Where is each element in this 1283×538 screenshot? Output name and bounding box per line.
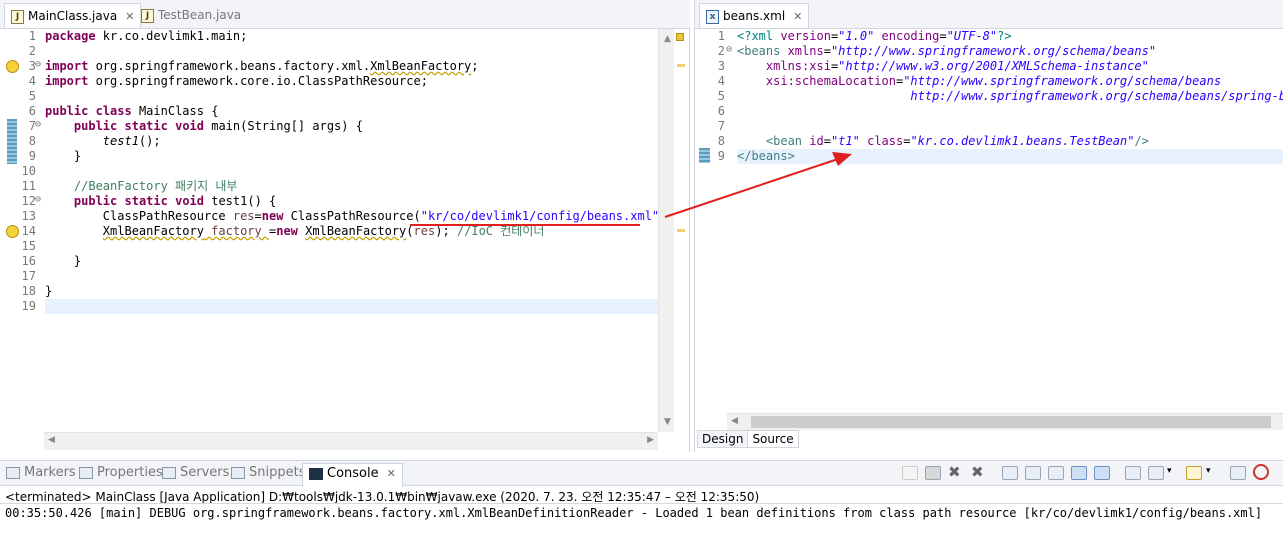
tab-label: Properties <box>97 465 163 480</box>
clear-console-icon[interactable] <box>1002 466 1018 480</box>
console-output[interactable]: 00:35:50.426 [main] DEBUG org.springfram… <box>5 506 1262 520</box>
tab-properties[interactable]: Properties <box>79 465 163 487</box>
tab-label: Servers <box>180 465 230 480</box>
console-tab-bar: Markers Properties Servers Snippets Cons… <box>0 460 1283 487</box>
divider <box>0 503 1283 504</box>
tab-label: Markers <box>24 465 76 480</box>
open-console-icon[interactable] <box>1186 466 1202 480</box>
properties-icon <box>79 466 93 479</box>
remove-all-launches-icon[interactable]: ✖ <box>971 463 984 481</box>
tab-servers[interactable]: Servers <box>162 465 229 487</box>
chevron-down-icon[interactable]: ▾ <box>1167 466 1172 476</box>
remove-launch-icon[interactable]: ✖ <box>948 463 961 481</box>
annotation-arrowhead <box>832 152 852 166</box>
console-icon <box>309 467 323 480</box>
tab-console[interactable]: Console ✕ <box>302 463 403 487</box>
servers-icon <box>162 466 176 479</box>
pin-icon[interactable] <box>1125 466 1141 480</box>
annotation-overlay <box>410 152 852 226</box>
word-wrap-icon[interactable] <box>1048 466 1064 480</box>
show-console-on-output-icon[interactable] <box>1071 466 1087 480</box>
maximize-icon[interactable] <box>1253 464 1269 480</box>
scroll-lock-icon[interactable] <box>1025 466 1041 480</box>
tab-label: Console <box>327 466 379 481</box>
show-console-on-error-icon[interactable] <box>1094 466 1110 480</box>
tab-snippets[interactable]: Snippets <box>231 465 305 487</box>
minimize-icon[interactable] <box>1230 466 1246 480</box>
snippets-icon <box>231 466 245 479</box>
markers-icon <box>6 466 20 479</box>
close-tab-icon[interactable]: ✕ <box>387 467 396 480</box>
tab-label: Snippets <box>249 465 306 480</box>
chevron-down-icon[interactable]: ▾ <box>1206 466 1211 476</box>
annotation-arrow <box>664 158 839 218</box>
terminate-icon[interactable] <box>925 466 941 480</box>
tab-markers[interactable]: Markers <box>6 465 76 487</box>
display-console-icon[interactable] <box>1148 466 1164 480</box>
pin-console-icon[interactable] <box>902 466 918 480</box>
